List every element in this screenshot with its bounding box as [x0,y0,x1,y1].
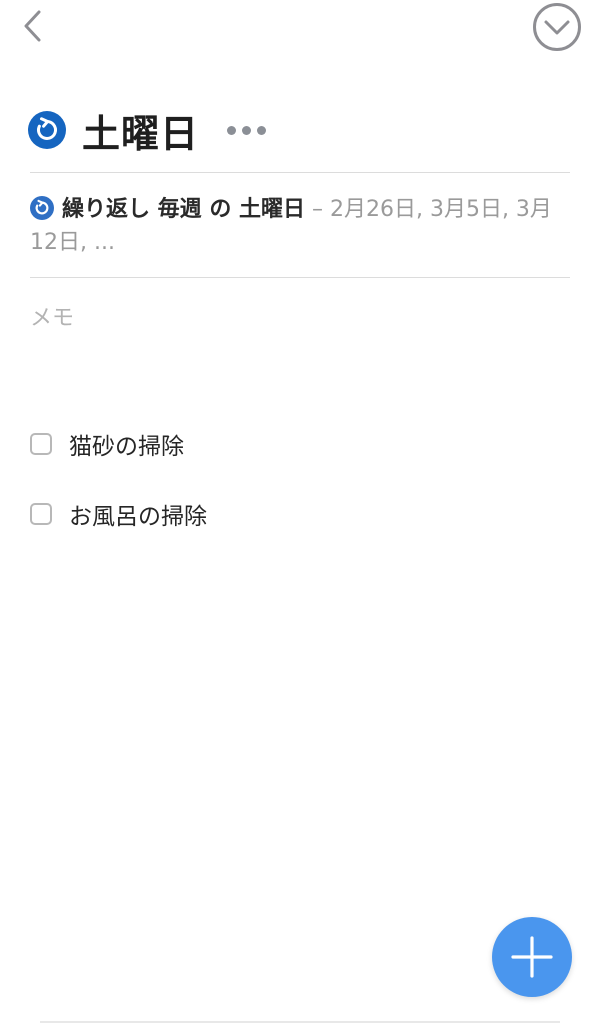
list-item-label: お風呂の掃除 [69,504,207,530]
divider [30,277,570,278]
add-button[interactable] [492,917,572,997]
page-title[interactable]: 土曜日 [82,103,199,158]
more-horizontal-icon [227,125,237,135]
repeat-label: 繰り返し 毎週 の 土曜日 [62,197,305,222]
more-horizontal-icon [257,125,267,135]
back-button[interactable] [16,8,48,44]
more-options-button[interactable] [225,120,268,141]
plus-icon [511,936,553,978]
bottom-divider [40,1021,560,1023]
repeat-circle-icon [30,196,54,220]
chevron-down-circle-icon [533,3,581,51]
repeat-setting[interactable]: 繰り返し 毎週 の 土曜日 – 2月26日, 3月5日, 3月12日, ... [30,193,555,259]
chevron-left-icon [24,10,41,42]
list-item[interactable]: お風呂の掃除 [30,490,207,538]
collapse-button[interactable] [532,2,582,52]
list-item[interactable]: 猫砂の掃除 [30,420,207,468]
checkbox[interactable] [30,503,52,525]
title-row: 土曜日 [28,104,268,156]
checklist: 猫砂の掃除 お風呂の掃除 [30,420,207,560]
repeat-circle-icon [28,111,66,149]
more-horizontal-icon [242,125,252,135]
divider [30,172,570,173]
checkbox[interactable] [30,433,52,455]
memo-field[interactable]: メモ [30,300,74,332]
list-item-label: 猫砂の掃除 [69,434,184,460]
